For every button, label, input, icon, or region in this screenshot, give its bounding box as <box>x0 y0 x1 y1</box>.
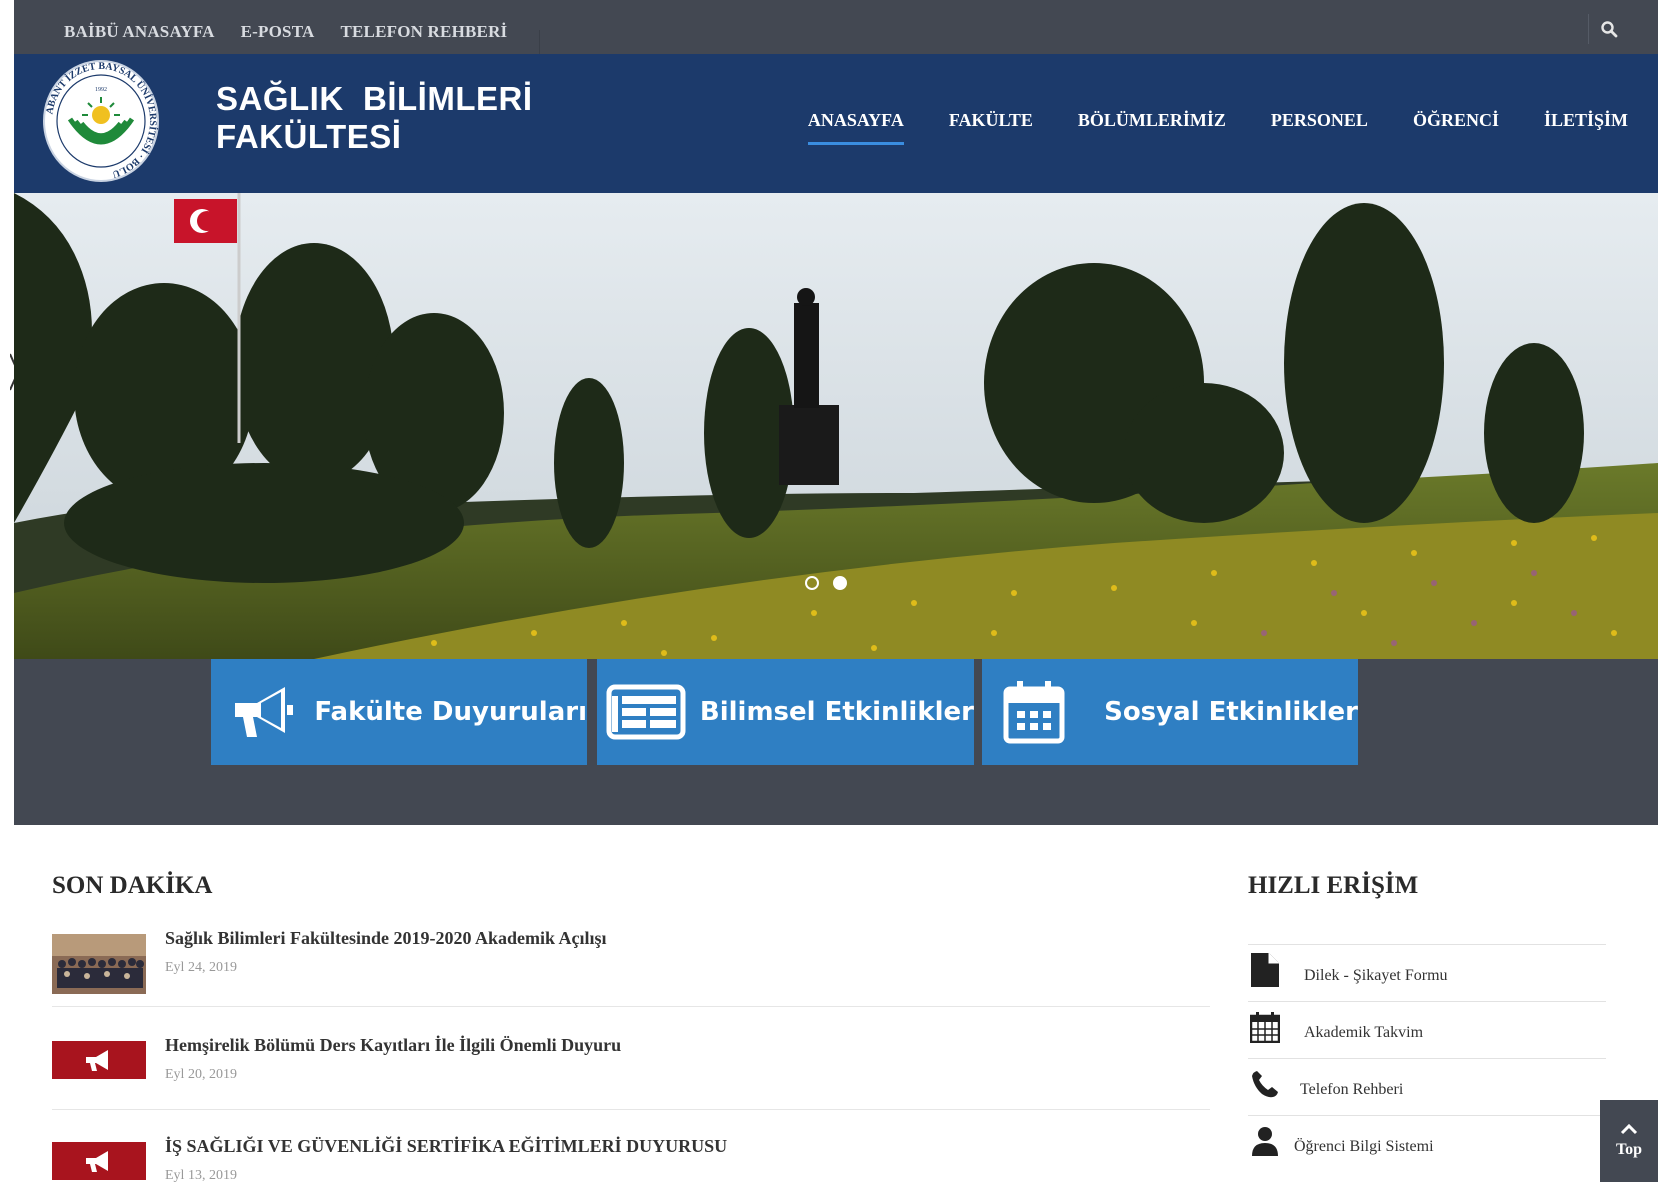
megaphone-icon <box>234 687 293 737</box>
top-bar: BAİBÜ ANASAYFA E-POSTA TELEFON REHBERİ <box>14 0 1658 54</box>
divider <box>52 1006 1210 1007</box>
quick-link-label: Öğrenci Bilgi Sistemi <box>1294 1138 1434 1155</box>
quick-link-label: Dilek - Şikayet Formu <box>1304 967 1448 984</box>
feature-label-scientific-events: Bilimsel Etkinlikler <box>699 697 974 727</box>
top-link-phonebook[interactable]: TELEFON REHBERİ <box>340 22 507 42</box>
news-date: Eyl 13, 2019 <box>165 1168 237 1182</box>
main-nav: ANASAYFA FAKÜLTE BÖLÜMLERİMİZ PERSONEL Ö… <box>807 110 1628 145</box>
nav-home[interactable]: ANASAYFA <box>807 110 904 145</box>
phone-icon <box>1252 1071 1278 1098</box>
news-date: Eyl 24, 2019 <box>165 960 237 975</box>
news-date: Eyl 20, 2019 <box>165 1067 237 1082</box>
news-item[interactable]: Sağlık Bilimleri Fakültesinde 2019-2020 … <box>52 928 1210 1028</box>
quick-link-complaint-form[interactable]: Dilek - Şikayet Formu <box>1248 944 1606 1001</box>
svg-text:1992: 1992 <box>95 87 107 93</box>
feature-label-social-events: Sosyal Etkinlikler <box>1104 697 1358 727</box>
feature-label-announcements: Fakülte Duyuruları <box>314 697 587 727</box>
top-link-baibu-home[interactable]: BAİBÜ ANASAYFA <box>64 22 215 42</box>
document-icon <box>1251 953 1279 987</box>
quick-link-student-info-system[interactable]: Öğrenci Bilgi Sistemi <box>1248 1115 1606 1172</box>
site-header: 1992 ABANT İZZET BAYSAL ÜNİVERSİTESİ · B… <box>14 54 1658 193</box>
megaphone-icon[interactable] <box>52 1041 146 1079</box>
quick-link-academic-calendar[interactable]: Akademik Takvim <box>1248 1001 1606 1058</box>
calendar-icon <box>1250 1012 1280 1043</box>
feature-tile-scientific-events[interactable]: Bilimsel Etkinlikler <box>597 659 974 765</box>
nav-departments[interactable]: BÖLÜMLERİMİZ <box>1078 110 1226 145</box>
nav-faculty[interactable]: FAKÜLTE <box>949 110 1033 145</box>
user-icon <box>1252 1127 1278 1156</box>
slider-dot-2[interactable] <box>833 576 847 590</box>
feature-band: Fakülte Duyuruları Bilimsel Etkinlikler <box>14 659 1658 825</box>
page: BAİBÜ ANASAYFA E-POSTA TELEFON REHBERİ 1… <box>10 0 1658 1182</box>
slider-dot-1[interactable] <box>805 576 819 590</box>
calendar-icon <box>1003 681 1065 744</box>
search-button[interactable] <box>1588 14 1628 44</box>
quick-link-phonebook[interactable]: Telefon Rehberi <box>1248 1058 1606 1115</box>
divider <box>52 1109 1210 1110</box>
news-item[interactable]: İŞ SAĞLIĞI VE GÜVENLİĞİ SERTİFİKA EĞİTİM… <box>52 1136 1210 1182</box>
quick-link-label: Akademik Takvim <box>1304 1024 1424 1041</box>
quick-access-heading: HIZLI ERİŞİM <box>1248 872 1419 899</box>
news-heading: SON DAKİKA <box>52 872 213 899</box>
megaphone-icon[interactable] <box>52 1142 146 1180</box>
news-title[interactable]: İŞ SAĞLIĞI VE GÜVENLİĞİ SERTİFİKA EĞİTİM… <box>165 1136 727 1157</box>
hero-slider[interactable] <box>14 193 1658 659</box>
nav-contact[interactable]: İLETİŞİM <box>1544 110 1628 145</box>
news-title[interactable]: Sağlık Bilimleri Fakültesinde 2019-2020 … <box>165 928 607 949</box>
slider-dots <box>805 576 847 590</box>
news-title[interactable]: Hemşirelik Bölümü Ders Kayıtları İle İlg… <box>165 1035 621 1056</box>
nav-staff[interactable]: PERSONEL <box>1271 110 1368 145</box>
newspaper-icon <box>606 684 686 740</box>
divider <box>539 30 540 54</box>
news-thumbnail-photo[interactable] <box>52 934 146 994</box>
top-link-email[interactable]: E-POSTA <box>241 22 315 42</box>
feature-tile-announcements[interactable]: Fakülte Duyuruları <box>211 659 587 765</box>
scroll-top-label: Top <box>1615 1141 1643 1158</box>
news-item[interactable]: Hemşirelik Bölümü Ders Kayıtları İle İlg… <box>52 1035 1210 1135</box>
scroll-top-button[interactable]: Top <box>1600 1100 1658 1182</box>
university-logo[interactable]: 1992 ABANT İZZET BAYSAL ÜNİVERSİTESİ · B… <box>40 57 162 185</box>
faculty-brand[interactable]: SAĞLIK BİLİMLERİ FAKÜLTESİ <box>216 80 533 156</box>
nav-student[interactable]: ÖĞRENCİ <box>1413 110 1499 145</box>
feature-tile-social-events[interactable]: Sosyal Etkinlikler <box>982 659 1358 765</box>
quick-link-label: Telefon Rehberi <box>1300 1081 1404 1098</box>
chevron-up-icon <box>1620 1123 1638 1135</box>
top-links: BAİBÜ ANASAYFA E-POSTA TELEFON REHBERİ <box>64 22 507 42</box>
brand-line-2: FAKÜLTESİ <box>216 118 402 155</box>
search-icon <box>1600 21 1617 38</box>
brand-line-1: SAĞLIK BİLİMLERİ <box>216 80 533 117</box>
